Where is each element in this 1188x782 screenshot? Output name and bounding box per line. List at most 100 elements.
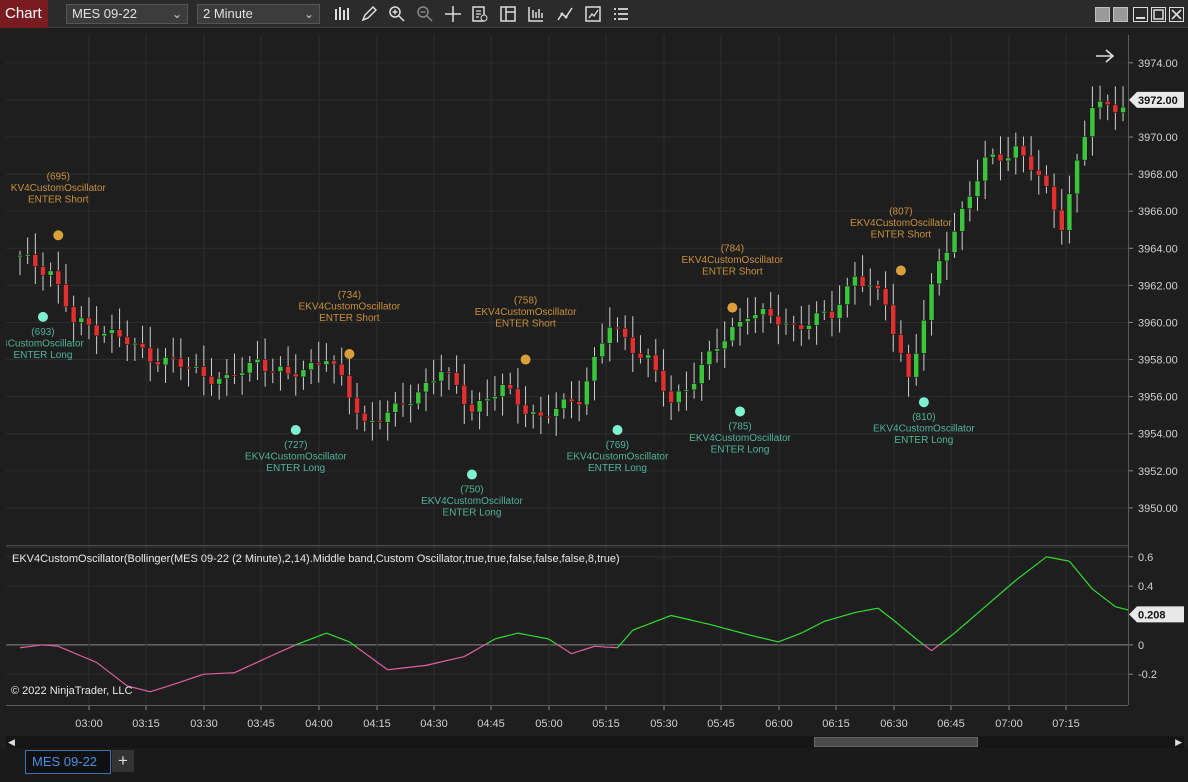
maximize-button[interactable] xyxy=(1151,7,1166,22)
tab-instrument[interactable]: MES 09-22 xyxy=(25,750,111,774)
current-price-badge: 3972.00 xyxy=(1129,91,1184,108)
candle-body xyxy=(438,371,445,382)
candle xyxy=(921,299,927,371)
candle xyxy=(377,400,383,430)
candle-body xyxy=(729,326,736,342)
indicators-icon[interactable] xyxy=(556,5,574,23)
window-restore-icon[interactable] xyxy=(1113,7,1128,22)
candle xyxy=(576,380,582,422)
window-tile-icon[interactable] xyxy=(1095,7,1110,22)
data-box-icon[interactable] xyxy=(471,5,489,23)
chart-title-tab[interactable]: Chart xyxy=(0,0,48,28)
oscillator-segment xyxy=(701,621,710,625)
candle xyxy=(530,404,536,429)
signal-label-id: (785) xyxy=(728,421,751,432)
candle-body xyxy=(936,260,942,285)
scroll-left-icon[interactable]: ◀ xyxy=(8,736,15,748)
draw-icon[interactable] xyxy=(360,5,378,23)
signal-label-name: EKV4CustomOscillator xyxy=(689,433,791,444)
add-tab-button[interactable]: + xyxy=(112,750,134,772)
candle-body xyxy=(676,390,682,403)
candle-body xyxy=(17,255,23,258)
candle-body xyxy=(407,403,414,406)
oscillator-panel[interactable] xyxy=(6,548,1139,705)
close-button[interactable] xyxy=(1169,7,1184,22)
candle-body xyxy=(660,370,667,392)
candle xyxy=(967,181,973,222)
oscillator-segment xyxy=(1084,579,1093,590)
candle-body xyxy=(170,357,176,360)
candle xyxy=(1074,153,1080,213)
candle xyxy=(1005,136,1011,172)
bar-type-icon[interactable] xyxy=(333,5,351,23)
chart-trader-icon[interactable] xyxy=(584,5,602,23)
candle xyxy=(905,344,912,397)
oscillator-segment xyxy=(617,638,626,649)
candle xyxy=(1059,189,1065,245)
crosshair-icon[interactable] xyxy=(444,5,462,23)
oscillator-segment xyxy=(808,624,817,630)
candle xyxy=(101,326,108,343)
time-tick-label: 06:30 xyxy=(880,718,908,730)
signal-label-action: ENTER Short xyxy=(702,267,763,278)
instrument-value: MES 09-22 xyxy=(72,6,138,21)
candle xyxy=(124,320,130,362)
signal-label-id: (769) xyxy=(606,440,629,451)
instrument-selector[interactable]: MES 09-22 ⌄ xyxy=(66,4,188,24)
scroll-right-icon[interactable]: ▶ xyxy=(1175,736,1182,748)
candle xyxy=(170,337,176,373)
oscillator-segment xyxy=(533,635,541,639)
scroll-thumb[interactable] xyxy=(814,737,978,747)
candle-body xyxy=(193,366,199,369)
time-tick-label: 03:45 xyxy=(247,718,275,730)
chevron-down-icon: ⌄ xyxy=(303,7,314,21)
oscillator-segment xyxy=(165,683,174,688)
signal-label-action: ENTER Long xyxy=(266,463,325,474)
oscillator-chart[interactable] xyxy=(6,548,1139,705)
candle xyxy=(216,371,222,400)
candle-body xyxy=(423,382,429,393)
candle-body xyxy=(277,366,284,372)
candle-body xyxy=(70,306,77,323)
candle xyxy=(683,371,690,411)
interval-selector[interactable]: 2 Minute ⌄ xyxy=(197,4,320,24)
oscillator-segment xyxy=(747,633,756,637)
current-price-label: 3972.00 xyxy=(1138,95,1178,107)
candle-body xyxy=(775,315,782,326)
time-axis[interactable]: 03:00 03:15 03:30 03:45 04:00 04:15 04:30 04:45… xyxy=(6,705,1128,735)
oscillator-segment xyxy=(900,625,909,634)
candlestick-chart[interactable]: (695)KV4CustomOscillatorENTER Short(693)… xyxy=(2,35,1134,545)
oscillator-segment xyxy=(1076,570,1086,581)
minimize-button[interactable] xyxy=(1133,7,1148,22)
candle xyxy=(86,297,92,340)
copyright-text: © 2022 NinjaTrader, LLC xyxy=(11,685,133,697)
candle xyxy=(622,315,628,351)
oscillator-segment xyxy=(65,648,74,654)
chart-toolbar: Chart MES 09-22 ⌄ 2 Minute ⌄ xyxy=(0,0,1188,28)
templates-icon[interactable] xyxy=(612,5,630,23)
oscillator-segment xyxy=(479,642,488,649)
zoom-in-icon[interactable] xyxy=(388,5,406,23)
candle xyxy=(201,345,207,396)
candles xyxy=(17,85,1134,441)
strategies-icon[interactable] xyxy=(527,5,545,23)
price-panel[interactable]: (695) KV4CustomOscillator ENTER Short (693)… xyxy=(2,35,1134,545)
horizontal-scrollbar[interactable]: ◀ ▶ xyxy=(6,736,1184,748)
candle-body xyxy=(783,323,789,326)
candle xyxy=(224,359,230,396)
oscillator-segment xyxy=(318,632,327,637)
candle xyxy=(415,383,422,410)
chart-properties-icon[interactable] xyxy=(499,5,517,23)
signal-label-id: (727) xyxy=(284,440,307,451)
zoom-out-icon[interactable] xyxy=(416,5,434,23)
candle-body xyxy=(1059,209,1065,231)
price-axis[interactable]: 3974.00 3970.00 3968.00 3966.00 3964.00 3962.… xyxy=(1128,35,1184,705)
long-signal-marker xyxy=(466,469,477,480)
time-tick-label: 04:15 xyxy=(363,718,391,730)
osc-tick-label: 0.4 xyxy=(1138,581,1153,593)
candle-body xyxy=(599,343,605,357)
price-tick-label: 3974.00 xyxy=(1138,58,1178,70)
candle-body xyxy=(446,371,452,374)
signal-label-name: EKV4CustomOscillator xyxy=(421,496,523,507)
candle-body xyxy=(124,336,130,345)
